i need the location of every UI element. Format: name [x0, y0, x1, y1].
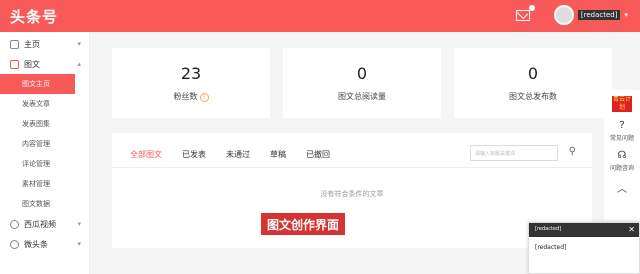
sidebar-subitem-article-data[interactable]: 图文数据	[0, 194, 89, 214]
video-icon	[10, 219, 19, 229]
home-icon	[10, 39, 19, 49]
search-icon[interactable]: ⚲	[569, 146, 576, 157]
stat-total-posts: 0 图文总发布数	[454, 48, 612, 118]
chevron-down-icon: ▾	[77, 240, 81, 248]
stat-label: 图文总阅读量	[338, 92, 386, 101]
username[interactable]: [redacted]	[577, 10, 621, 20]
divider	[112, 167, 592, 168]
notification-title: [redacted]	[529, 223, 639, 237]
filter-tabs: 全部图文 已发表 未通过 草稿 已撤回	[130, 149, 350, 160]
app-logo[interactable]: 头条号	[10, 6, 58, 27]
document-icon	[10, 59, 19, 69]
sidebar-item-label: 图文	[24, 59, 40, 69]
stat-fans: 23 粉丝数?	[112, 48, 270, 118]
search-input[interactable]: 请输入标题关键词	[470, 145, 558, 161]
tab-published[interactable]: 已发表	[182, 149, 206, 160]
help-icon[interactable]: ?	[199, 93, 209, 102]
right-toolbar: 青云计划 ? 常见问题 ☊ 问题咨询 ︿	[604, 90, 640, 220]
sidebar-item-label: 微头条	[24, 239, 48, 249]
stat-value: 0	[356, 64, 368, 83]
stat-label: 图文总发布数	[509, 92, 557, 101]
chevron-up-icon: ︿	[617, 184, 627, 195]
sidebar-subitem-comment-manage[interactable]: 评论管理	[0, 154, 89, 174]
chevron-down-icon[interactable]: ▾	[624, 11, 628, 19]
consult-button[interactable]: ☊ 问题咨询	[604, 150, 640, 172]
sidebar-item-home[interactable]: 主页 ▾	[0, 34, 89, 54]
avatar[interactable]	[553, 5, 574, 25]
stat-value: 0	[527, 64, 539, 83]
top-right: [redacted] ▾	[515, 4, 628, 25]
micro-icon	[10, 239, 19, 249]
sidebar-item-label: 主页	[24, 39, 40, 49]
faq-label: 常见问题	[609, 135, 634, 142]
sidebar: 主页 ▾ 图文 ▴ 图文主页 发表文章 发表图集 内容管理 评论管理 素材管理 …	[0, 32, 90, 274]
sidebar-subitem-content-manage[interactable]: 内容管理	[0, 134, 89, 154]
close-icon[interactable]: ✕	[628, 225, 635, 234]
back-to-top-button[interactable]: ︿	[604, 180, 640, 195]
sidebar-subitem-material-manage[interactable]: 素材管理	[0, 174, 89, 194]
annotation-label: 图文创作界面	[260, 212, 347, 236]
sidebar-item-article[interactable]: 图文 ▴	[0, 54, 89, 74]
sidebar-item-xigua-video[interactable]: 西瓜视频 ▾	[0, 214, 89, 234]
sidebar-subitem-publish-gallery[interactable]: 发表图集	[0, 114, 89, 134]
stat-label: 粉丝数?	[112, 91, 270, 102]
chevron-down-icon: ▾	[77, 40, 81, 48]
notification-badge	[528, 4, 535, 11]
tab-rejected[interactable]: 未通过	[226, 149, 250, 160]
headset-icon: ☊	[617, 150, 627, 161]
question-icon: ?	[619, 120, 625, 131]
plan-badge[interactable]: 青云计划	[612, 96, 632, 112]
faq-button[interactable]: ? 常见问题	[604, 120, 640, 142]
top-bar: 头条号 [redacted] ▾	[0, 0, 640, 32]
mail-icon[interactable]	[515, 4, 535, 21]
stats-row: 23 粉丝数? 0 图文总阅读量 0 图文总发布数	[112, 48, 612, 118]
sidebar-subitem-article-home[interactable]: 图文主页	[0, 74, 75, 94]
consult-label: 问题咨询	[609, 165, 634, 172]
chevron-down-icon: ▾	[77, 220, 81, 228]
sidebar-subitem-publish-article[interactable]: 发表文章	[0, 94, 89, 114]
sidebar-item-label: 西瓜视频	[24, 219, 56, 229]
stat-value: 23	[180, 64, 202, 83]
sidebar-item-micro-headline[interactable]: 微头条 ▾	[0, 234, 89, 254]
stat-total-reads: 0 图文总阅读量	[283, 48, 441, 118]
notification-body[interactable]: [redacted]	[529, 237, 639, 258]
chevron-up-icon: ▴	[77, 60, 81, 68]
article-list-panel: 全部图文 已发表 未通过 草稿 已撤回 请输入标题关键词 ⚲ 没有符合条件的文章	[112, 133, 592, 248]
empty-state: 没有符合条件的文章	[320, 190, 384, 198]
tab-all[interactable]: 全部图文	[130, 149, 162, 160]
notification-popup: [redacted] ✕ [redacted]	[528, 222, 640, 274]
tab-drafts[interactable]: 草稿	[270, 149, 286, 160]
tab-withdrawn[interactable]: 已撤回	[306, 149, 330, 160]
stat-label-text: 粉丝数	[173, 92, 198, 101]
